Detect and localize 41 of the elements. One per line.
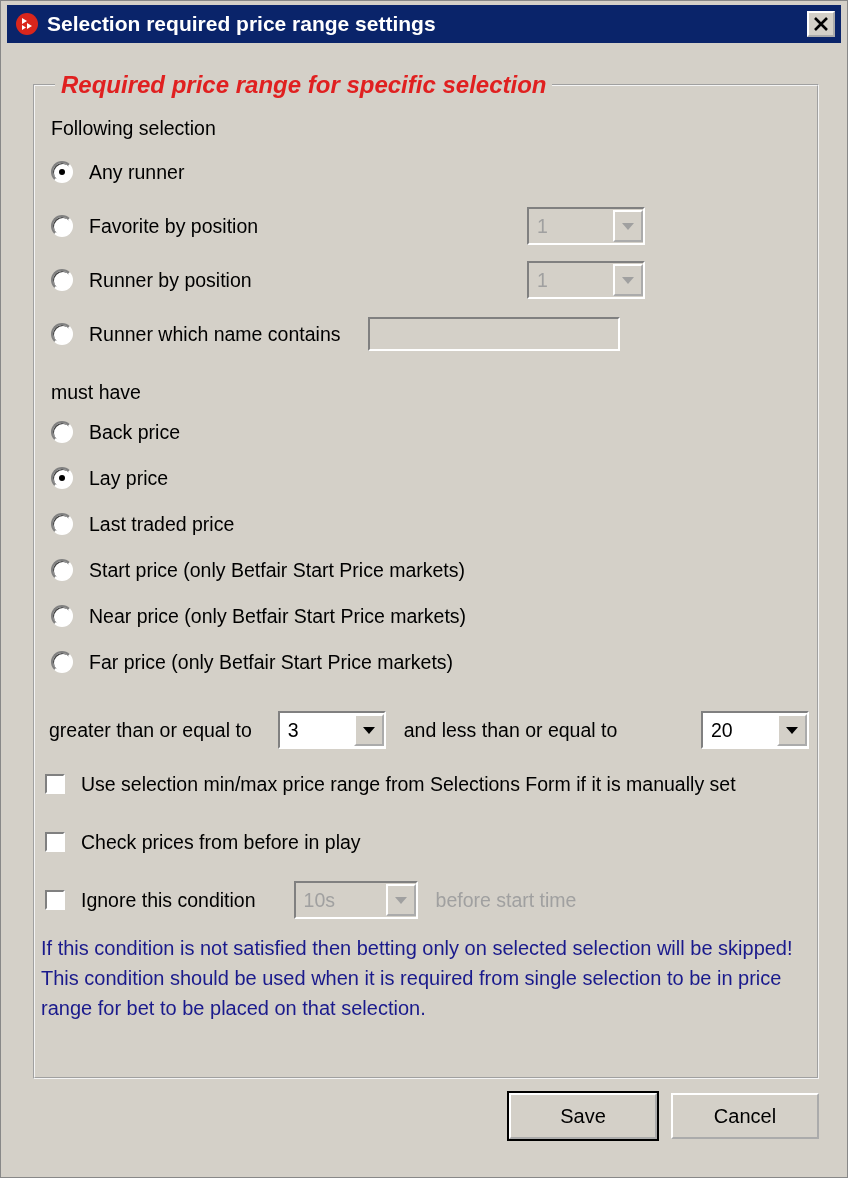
window-title: Selection required price range settings: [47, 12, 437, 36]
checkbox-label: Check prices from before in play: [81, 830, 361, 854]
radio-button[interactable]: [51, 467, 73, 489]
section-label: must have: [50, 379, 142, 405]
dropdown[interactable]: 3: [277, 711, 386, 749]
range-label: and less than or equal to: [403, 718, 618, 742]
dropdown[interactable]: 20: [701, 711, 809, 749]
app-icon: [15, 12, 39, 36]
caret-icon: [394, 896, 407, 904]
option-label: Runner which name contains: [89, 322, 341, 346]
radio-button[interactable]: [51, 651, 73, 673]
range-label: greater than or equal to: [49, 718, 252, 742]
section-label: Following selection: [50, 115, 217, 141]
close-button[interactable]: [807, 11, 835, 37]
caret-icon: [362, 726, 375, 734]
caret-icon: [622, 222, 634, 230]
checkbox-label: Ignore this condition: [81, 888, 256, 912]
radio-button[interactable]: [51, 421, 73, 443]
option-label: Back price: [89, 420, 181, 444]
caret-icon: [622, 276, 634, 284]
checkbox[interactable]: [45, 774, 65, 794]
radio-button[interactable]: [51, 513, 73, 535]
option-label: Last traded price: [89, 512, 235, 536]
checkbox[interactable]: [45, 832, 65, 852]
group-title: Required price range for specific selection: [60, 71, 548, 99]
radio-button[interactable]: [51, 161, 73, 183]
close-icon: [814, 17, 828, 31]
radio-button[interactable]: [51, 605, 73, 627]
option-label: Favorite by position: [89, 214, 259, 238]
checkbox-label: Use selection min/max price range from Selections Form if it is manually set: [81, 772, 736, 796]
option-label: Near price (only Betfair Start Price markets): [89, 604, 467, 628]
radio-button[interactable]: [51, 559, 73, 581]
dialog-button[interactable]: Cancel: [671, 1093, 819, 1139]
option-label: Any runner: [89, 160, 185, 184]
caret-icon: [786, 726, 798, 734]
dialog-button[interactable]: Save: [509, 1093, 657, 1139]
info-text: If this condition is not satisfied then betting only on selected selection will be skipped! This condition should be used when it is required from single selection to be in price range for bet to be placed on that selection.: [41, 936, 794, 1021]
option-label: Start price (only Betfair Start Price markets): [89, 558, 466, 582]
option-label: Lay price: [89, 466, 169, 490]
option-label: Runner by position: [89, 268, 252, 292]
option-label: Far price (only Betfair Start Price markets): [89, 650, 454, 674]
